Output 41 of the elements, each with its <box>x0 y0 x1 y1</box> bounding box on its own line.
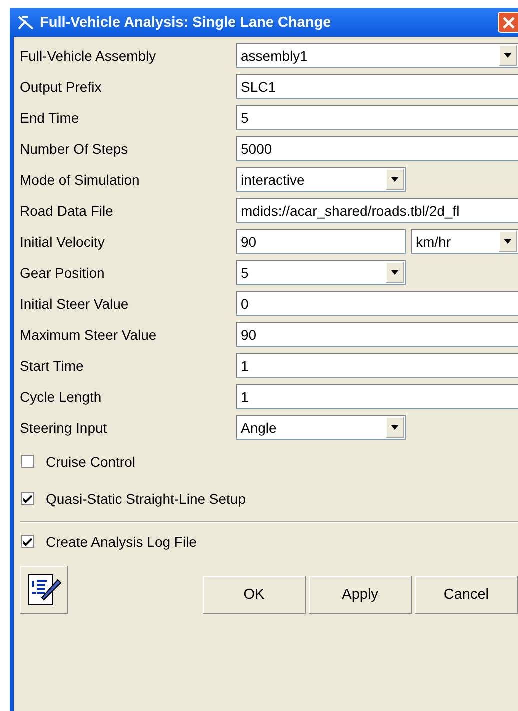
field-label: Steering Input <box>19 420 108 436</box>
field-label: Mode of Simulation <box>19 172 141 188</box>
checkbox-label: Cruise Control <box>46 454 136 470</box>
checkbox-label: Quasi-Static Straight-Line Setup <box>46 490 246 506</box>
input-field[interactable]: 5 <box>236 105 518 130</box>
notepad-pen-icon <box>26 572 62 608</box>
input-field[interactable]: 5000 <box>236 136 518 161</box>
field-label: Road Data File <box>19 202 114 218</box>
checkbox[interactable] <box>21 455 34 468</box>
dropdown-field[interactable]: interactive <box>236 167 406 192</box>
checkbox-label: Create Analysis Log File <box>46 534 197 550</box>
checkbox[interactable] <box>21 492 34 505</box>
log-editor-button[interactable] <box>20 566 68 614</box>
input-field[interactable]: 1 <box>236 353 518 378</box>
window-title: Full-Vehicle Analysis: Single Lane Change <box>40 14 332 30</box>
dropdown-field[interactable]: assembly1 <box>236 43 518 68</box>
field-label: Gear Position <box>19 264 106 280</box>
field-label: Maximum Steer Value <box>19 326 158 342</box>
field-label: Initial Velocity <box>19 234 106 250</box>
dropdown-field[interactable]: Angle <box>236 415 406 440</box>
app-icon <box>18 16 34 30</box>
field-label: Initial Steer Value <box>19 296 130 312</box>
field-label: Output Prefix <box>19 78 103 94</box>
close-icon[interactable] <box>498 12 518 33</box>
input-field[interactable]: mdids://acar_shared/roads.tbl/2d_fl <box>236 198 518 223</box>
field-label: Cycle Length <box>19 388 103 404</box>
dialog-button[interactable]: OK <box>202 576 306 614</box>
unit-dropdown[interactable]: km/hr <box>411 229 518 254</box>
field-label: Start Time <box>19 358 85 374</box>
dialog-button[interactable]: Cancel <box>414 576 518 614</box>
checkbox[interactable] <box>21 535 34 548</box>
field-label: Full-Vehicle Assembly <box>19 48 158 64</box>
input-field[interactable]: SLC1 <box>236 74 518 99</box>
input-field[interactable]: 0 <box>236 291 518 316</box>
input-field[interactable]: 90 <box>236 229 406 254</box>
field-label: Number Of Steps <box>19 140 130 156</box>
field-label: End Time <box>19 110 80 126</box>
dropdown-field[interactable]: 5 <box>236 260 406 285</box>
dialog-button[interactable]: Apply <box>308 576 412 614</box>
input-field[interactable]: 1 <box>236 384 518 409</box>
input-field[interactable]: 90 <box>236 322 518 347</box>
